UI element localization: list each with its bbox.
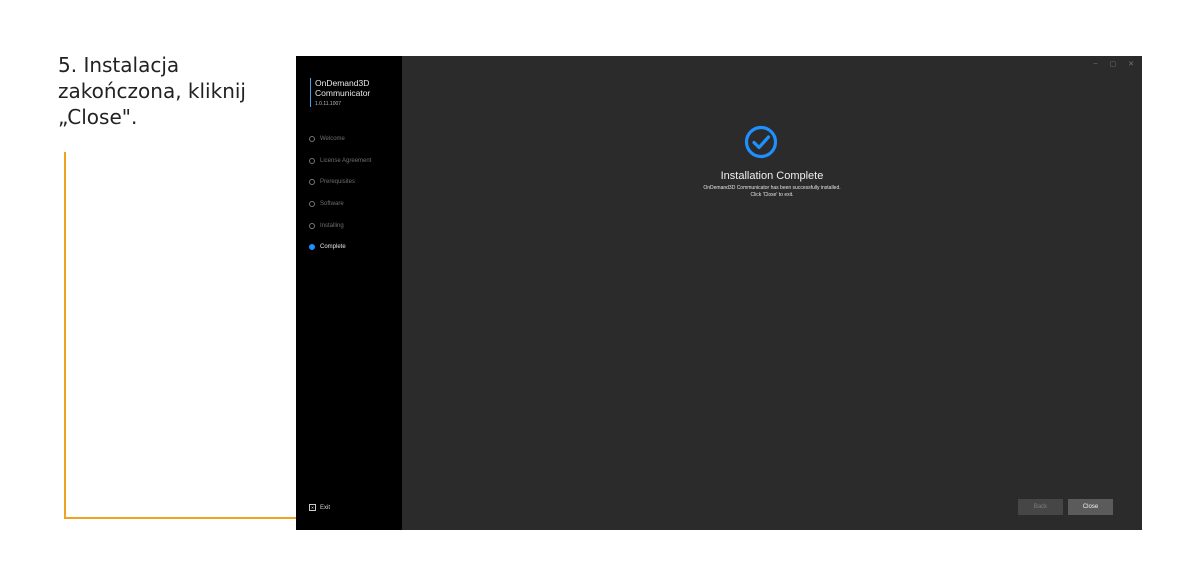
callout-line-vertical xyxy=(64,152,66,519)
step-indicator-icon xyxy=(309,135,315,142)
completion-title: Installation Complete xyxy=(720,170,824,182)
completion-message: OnDemand3D Communicator has been success… xyxy=(402,185,1142,199)
step-complete: Complete xyxy=(309,236,371,258)
installer-sidebar: OnDemand3D Communicator 1.0.11.1007 Welc… xyxy=(296,56,402,530)
step-label: Welcome xyxy=(320,135,345,142)
step-label: Prerequisites xyxy=(320,179,356,186)
step-installing: Installing xyxy=(309,215,371,237)
step-indicator-icon xyxy=(309,200,315,207)
exit-icon: ✕ xyxy=(309,504,316,511)
message-line-1: OnDemand3D Communicator has been success… xyxy=(703,185,841,191)
step-welcome: Welcome xyxy=(309,128,371,150)
step-software: Software xyxy=(309,193,371,215)
brand-name: OnDemand3D Communicator xyxy=(315,78,371,98)
exit-label: Exit xyxy=(320,504,331,511)
step-indicator-icon xyxy=(309,157,315,164)
step-indicator-icon xyxy=(309,222,315,229)
step-label: Installing xyxy=(320,222,344,229)
step-label: Complete xyxy=(320,244,346,251)
brand-version: 1.0.11.1007 xyxy=(315,101,342,107)
step-label: Software xyxy=(320,200,344,207)
close-button[interactable]: Close xyxy=(1068,499,1113,515)
installer-content: Installation Complete OnDemand3D Communi… xyxy=(402,56,1142,530)
steps-list: Welcome License Agreement Prerequisites … xyxy=(309,128,371,258)
step-license-agreement: License Agreement xyxy=(309,150,371,172)
message-line-2: Click 'Close' to exit. xyxy=(750,192,794,198)
step-indicator-icon xyxy=(309,244,315,251)
instruction-text: 5. Instalacja zakończona, kliknij „Close… xyxy=(58,53,246,129)
step-indicator-icon xyxy=(309,179,315,186)
check-circle-icon xyxy=(744,125,778,159)
step-label: License Agreement xyxy=(320,157,372,164)
back-button[interactable]: Back xyxy=(1018,499,1063,515)
exit-button[interactable]: ✕ Exit xyxy=(309,504,330,511)
step-prerequisites: Prerequisites xyxy=(309,171,371,193)
installer-window: OnDemand3D Communicator 1.0.11.1007 Welc… xyxy=(296,56,1142,530)
brand: OnDemand3D Communicator 1.0.11.1007 xyxy=(310,78,370,107)
